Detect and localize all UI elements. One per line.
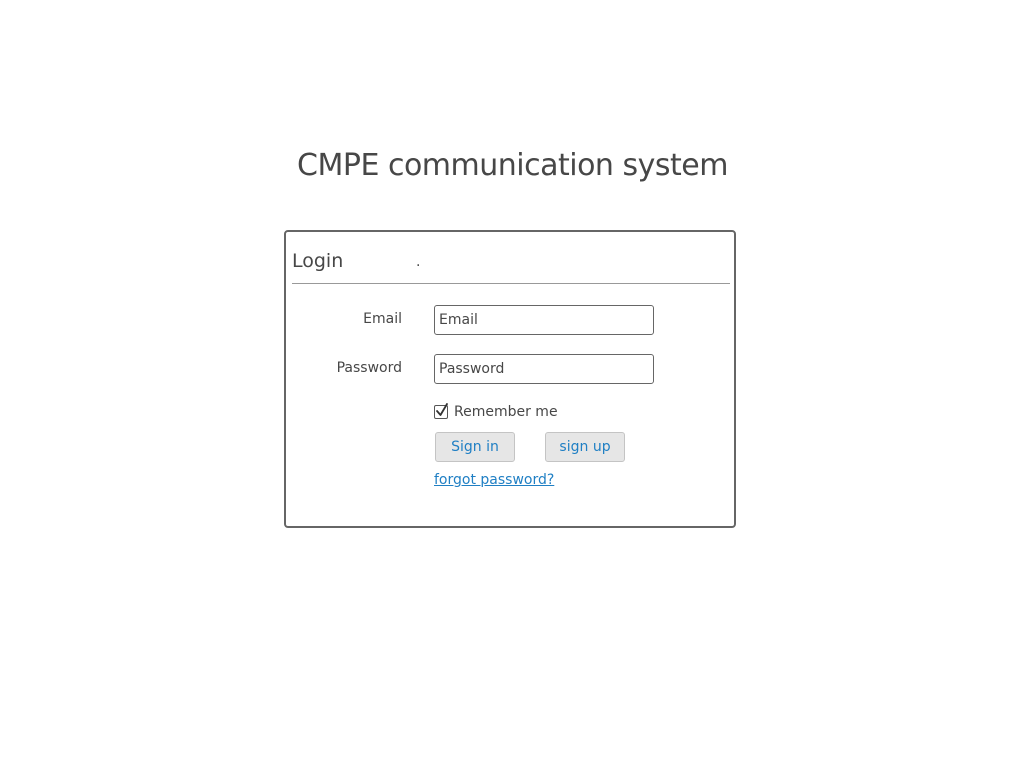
password-input[interactable]: [434, 354, 654, 384]
header-dot: .: [416, 254, 421, 270]
page-title: CMPE communication system: [297, 148, 728, 183]
remember-me-label: Remember me: [454, 404, 558, 420]
password-label: Password: [336, 360, 402, 376]
remember-me-checkbox[interactable]: [434, 403, 448, 419]
login-panel: Login . Email Password Remember me Sign …: [284, 230, 736, 528]
sign-up-button[interactable]: sign up: [545, 432, 625, 462]
remember-me-row: Remember me: [434, 403, 558, 420]
forgot-password-link[interactable]: forgot password?: [434, 472, 554, 488]
sign-in-button[interactable]: Sign in: [435, 432, 515, 462]
login-header: Login: [292, 250, 344, 272]
header-divider: [292, 283, 730, 284]
email-input[interactable]: [434, 305, 654, 335]
email-label: Email: [363, 311, 402, 327]
checkmark-icon: [436, 403, 448, 416]
